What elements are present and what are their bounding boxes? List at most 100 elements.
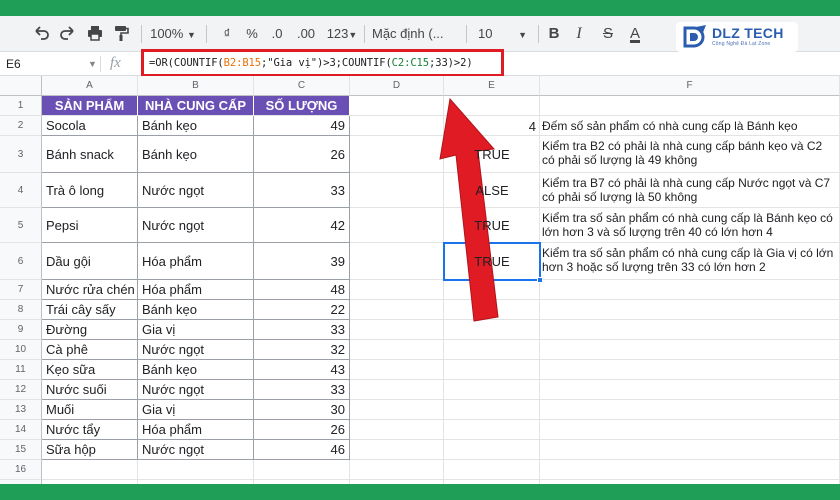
table-cell[interactable]: 48 (254, 280, 350, 300)
grid-cell[interactable] (540, 320, 840, 340)
table-cell[interactable]: Hóa phẩm (138, 243, 254, 280)
grid-cell[interactable] (540, 300, 840, 320)
table-cell[interactable]: 33 (254, 173, 350, 208)
grid-cell[interactable] (350, 420, 444, 440)
row-header[interactable]: 12 (0, 380, 42, 400)
grid-cell[interactable] (350, 360, 444, 380)
table-cell[interactable]: Sữa hộp (42, 440, 138, 460)
font-size-select[interactable]: 10 ▼ (478, 24, 528, 44)
more-formats-button[interactable]: 123▼ (323, 24, 361, 44)
row-header[interactable]: 5 (0, 208, 42, 243)
paint-format-icon[interactable] (110, 24, 132, 44)
table-cell[interactable]: Hóa phẩm (138, 280, 254, 300)
zoom-select[interactable]: 100% ▼ (150, 24, 196, 44)
grid-cell[interactable] (444, 340, 540, 360)
increase-decimal-button[interactable]: .00 (293, 24, 319, 44)
row-header[interactable]: 6 (0, 243, 42, 280)
row-header[interactable]: 3 (0, 136, 42, 173)
grid-cell[interactable] (254, 460, 350, 480)
row-header[interactable]: 14 (0, 420, 42, 440)
column-header-d[interactable]: D (350, 76, 444, 96)
table-cell[interactable]: 30 (254, 400, 350, 420)
table-cell[interactable]: 33 (254, 380, 350, 400)
table-cell[interactable]: 26 (254, 420, 350, 440)
chevron-down-icon[interactable]: ▼ (88, 56, 97, 72)
text-color-button[interactable]: A (626, 24, 644, 44)
table-cell[interactable]: Nước ngọt (138, 380, 254, 400)
row-header[interactable]: 9 (0, 320, 42, 340)
table-cell[interactable]: Nước ngọt (138, 208, 254, 243)
grid-cell[interactable] (444, 360, 540, 380)
redo-icon[interactable] (57, 24, 79, 44)
table-cell[interactable]: Bánh kẹo (138, 116, 254, 136)
table-cell[interactable]: 46 (254, 440, 350, 460)
grid-cell[interactable] (540, 440, 840, 460)
table-cell[interactable]: Nước ngọt (138, 340, 254, 360)
row-header[interactable]: 13 (0, 400, 42, 420)
table-header-cell[interactable]: SỐ LƯỢNG (254, 96, 350, 116)
grid-cell[interactable] (138, 460, 254, 480)
table-cell[interactable]: Muối (42, 400, 138, 420)
result-cell-e4[interactable]: ALSE (444, 173, 540, 208)
italic-button[interactable]: I (572, 24, 586, 44)
table-cell[interactable]: 49 (254, 116, 350, 136)
row-header[interactable]: 1 (0, 96, 42, 116)
table-cell[interactable]: Bánh kẹo (138, 300, 254, 320)
row-header[interactable]: 2 (0, 116, 42, 136)
table-cell[interactable]: Dầu gội (42, 243, 138, 280)
column-header-f[interactable]: F (540, 76, 840, 96)
column-header-c[interactable]: C (254, 76, 350, 96)
table-cell[interactable]: 39 (254, 243, 350, 280)
grid-cell[interactable] (350, 440, 444, 460)
table-cell[interactable]: Nước ngọt (138, 440, 254, 460)
table-cell[interactable]: Nước rửa chén (42, 280, 138, 300)
formula-input[interactable]: =OR(COUNTIF(B2:B15;"Gia vị")>3;COUNTIF(C… (149, 57, 473, 69)
table-cell[interactable]: 32 (254, 340, 350, 360)
table-cell[interactable]: Bánh kẹo (138, 360, 254, 380)
table-cell[interactable]: 33 (254, 320, 350, 340)
table-cell[interactable]: Kẹo sữa (42, 360, 138, 380)
grid-cell[interactable] (540, 460, 840, 480)
decrease-decimal-button[interactable]: .0 (266, 24, 288, 44)
table-cell[interactable]: Bánh kẹo (138, 136, 254, 173)
table-cell[interactable]: 42 (254, 208, 350, 243)
column-header-e[interactable]: E (444, 76, 540, 96)
select-all-corner[interactable] (0, 76, 42, 96)
row-header[interactable]: 10 (0, 340, 42, 360)
table-cell[interactable]: 22 (254, 300, 350, 320)
table-cell[interactable]: Nước suối (42, 380, 138, 400)
row-header[interactable]: 11 (0, 360, 42, 380)
grid-cell[interactable] (350, 340, 444, 360)
percent-button[interactable]: % (243, 24, 261, 44)
grid-cell[interactable] (540, 380, 840, 400)
currency-button[interactable]: ₫ (218, 24, 236, 44)
table-cell[interactable]: Nước tẩy (42, 420, 138, 440)
table-cell[interactable]: Socola (42, 116, 138, 136)
result-cell-e5[interactable]: TRUE (444, 208, 540, 243)
row-header[interactable]: 16 (0, 460, 42, 480)
font-select[interactable]: Mặc định (... ▼ (372, 24, 456, 60)
bold-button[interactable]: B (546, 24, 562, 44)
grid-cell[interactable] (350, 400, 444, 420)
table-header-cell[interactable]: NHÀ CUNG CẤP (138, 96, 254, 116)
grid-cell[interactable] (42, 460, 138, 480)
grid-cell[interactable] (540, 96, 840, 116)
name-box[interactable]: E6 (6, 56, 66, 72)
table-header-cell[interactable]: SẢN PHẨM (42, 96, 138, 116)
strikethrough-button[interactable]: S (600, 24, 616, 44)
table-cell[interactable]: Gia vị (138, 320, 254, 340)
table-cell[interactable]: 43 (254, 360, 350, 380)
row-header[interactable]: 7 (0, 280, 42, 300)
column-header-b[interactable]: B (138, 76, 254, 96)
table-cell[interactable]: Trái cây sấy (42, 300, 138, 320)
result-cell-e2[interactable]: 4 (444, 116, 540, 136)
grid-cell[interactable] (444, 380, 540, 400)
grid-cell[interactable] (350, 460, 444, 480)
grid-cell[interactable] (540, 280, 840, 300)
result-cell-e3[interactable]: TRUE (444, 136, 540, 173)
row-header[interactable]: 4 (0, 173, 42, 208)
print-icon[interactable] (84, 24, 106, 44)
grid-cell[interactable] (444, 440, 540, 460)
grid-cell[interactable] (444, 460, 540, 480)
table-cell[interactable]: Nước ngọt (138, 173, 254, 208)
